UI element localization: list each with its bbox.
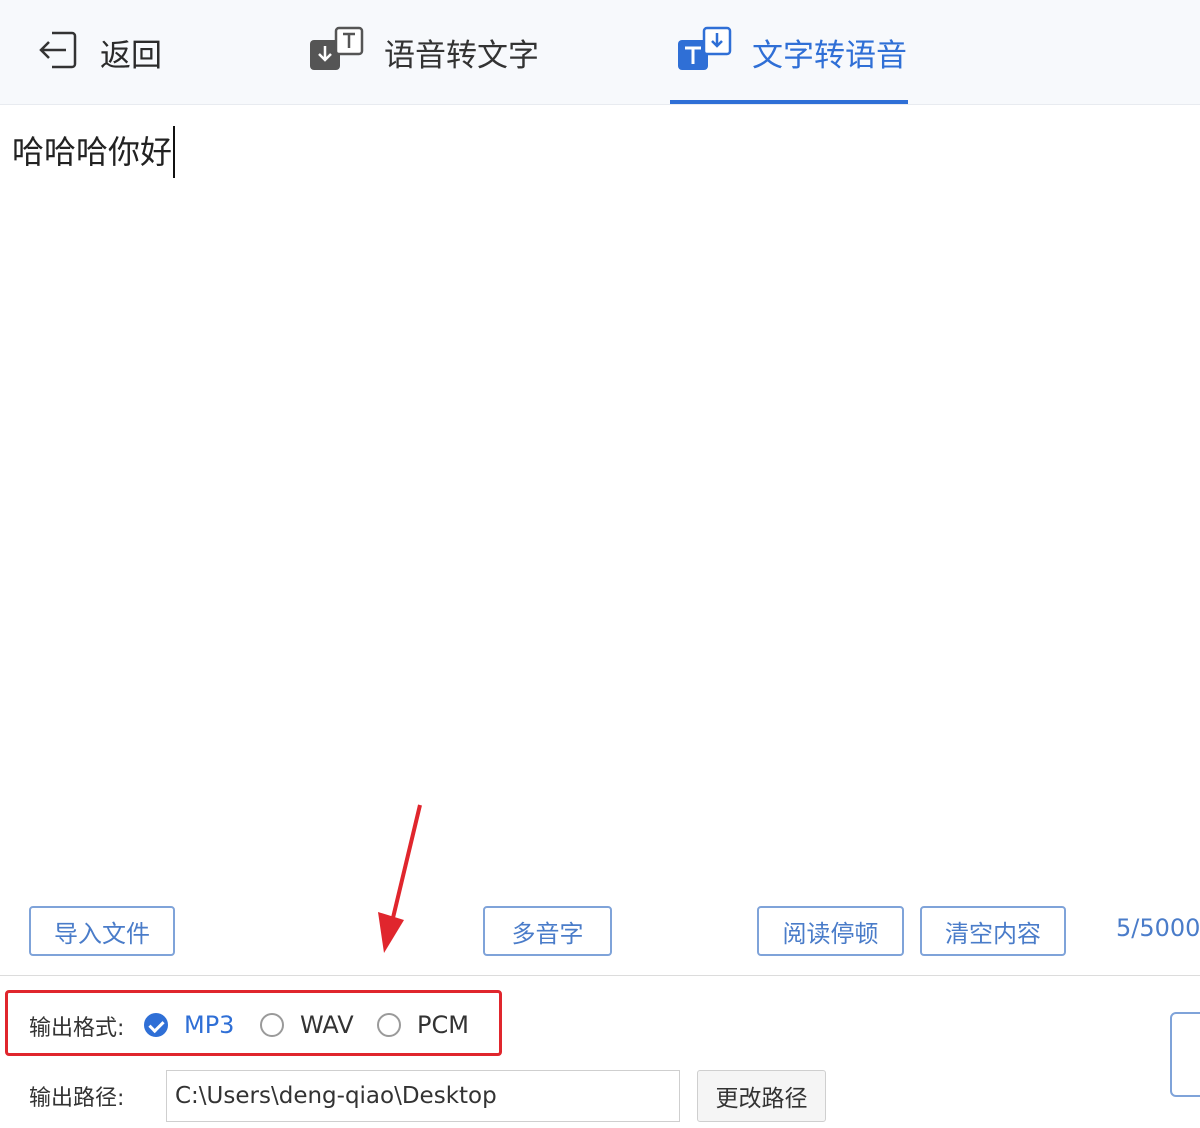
back-label: 返回	[100, 37, 162, 74]
speech-to-text-icon	[308, 26, 366, 78]
header-bar: 返回 语音转文字 文字转语音	[0, 0, 1200, 105]
editor-text: 哈哈哈你好	[12, 133, 173, 171]
change-path-button[interactable]: 更改路径	[697, 1070, 826, 1122]
tab-text-to-speech[interactable]: 文字转语音	[676, 0, 907, 104]
output-path-field[interactable]: C:\Users\deng-qiao\Desktop	[166, 1070, 680, 1122]
back-button[interactable]: 返回	[36, 0, 162, 104]
active-tab-indicator	[670, 100, 908, 104]
reading-pause-button[interactable]: 阅读停顿	[757, 906, 904, 956]
back-arrow-icon	[36, 28, 80, 76]
text-editor[interactable]: 哈哈哈你好	[12, 126, 1182, 886]
convert-button[interactable]	[1170, 1012, 1200, 1097]
red-arrow-annotation	[378, 804, 422, 953]
char-count: 5/5000	[1116, 914, 1200, 942]
app-window: 返回 语音转文字 文字转语音 哈哈哈你好 导入文件 多音字 阅读停顿 清空内容 …	[0, 0, 1200, 1128]
tab-speech-to-text-label: 语音转文字	[384, 37, 539, 74]
text-caret	[173, 126, 176, 178]
tab-speech-to-text[interactable]: 语音转文字	[308, 0, 539, 104]
annotation-highlight-box	[5, 990, 502, 1056]
section-divider	[0, 975, 1200, 976]
output-path-label: 输出路径:	[29, 1086, 125, 1111]
text-to-speech-icon	[676, 26, 734, 78]
polyphone-button[interactable]: 多音字	[483, 906, 612, 956]
tab-text-to-speech-label: 文字转语音	[752, 37, 907, 74]
output-path-value: C:\Users\deng-qiao\Desktop	[175, 1083, 497, 1109]
clear-content-button[interactable]: 清空内容	[920, 906, 1066, 956]
import-file-button[interactable]: 导入文件	[29, 906, 175, 956]
